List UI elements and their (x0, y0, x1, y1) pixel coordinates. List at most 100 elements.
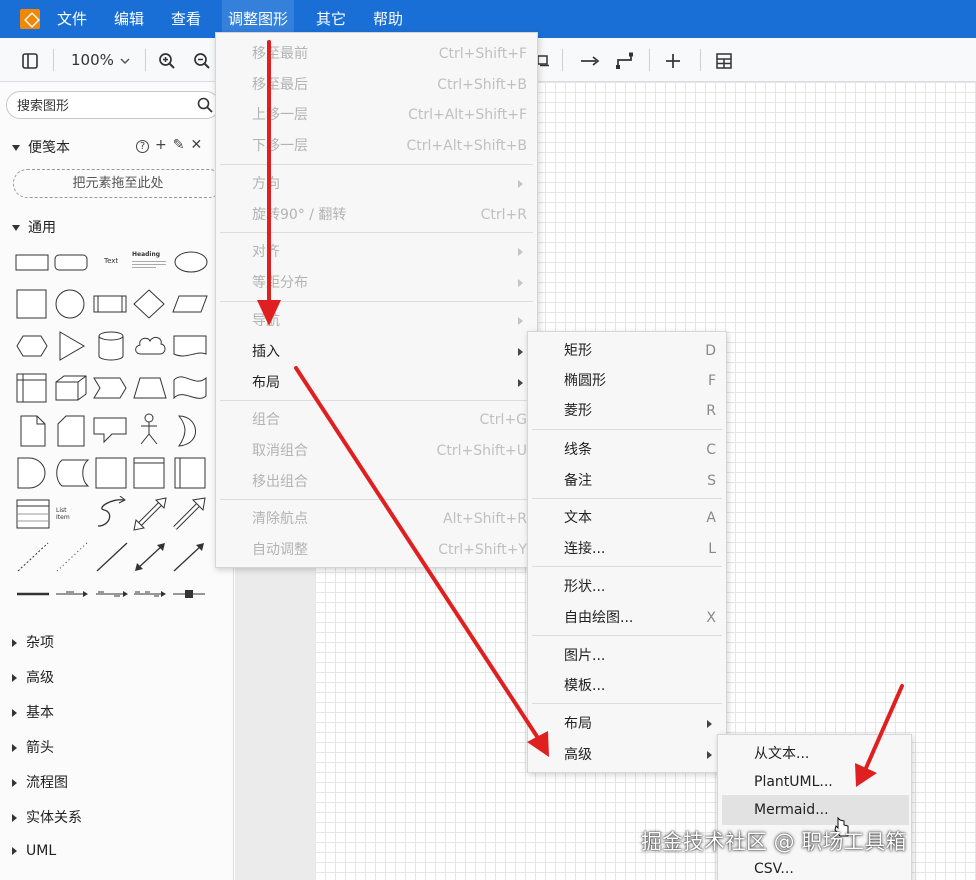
menu-item-rhombus[interactable]: 菱形 R (528, 396, 726, 426)
shape-card[interactable] (54, 414, 88, 448)
connection-straight-icon[interactable] (580, 38, 600, 82)
scratchpad-dropzone[interactable]: 把元素拖至此处 (13, 169, 223, 198)
section-advanced[interactable]: 高级 (12, 667, 54, 687)
section-arrows[interactable]: 箭头 (12, 737, 54, 757)
zoom-in-icon[interactable] (158, 38, 176, 82)
menu-item-ellipse[interactable]: 椭圆形 F (528, 366, 726, 396)
shape-diamond[interactable] (132, 288, 166, 320)
shape-dotted-line[interactable] (54, 540, 90, 574)
shape-curve[interactable] (94, 496, 128, 532)
menu-item-bring-forward[interactable]: 上移一层 Ctrl+Alt+Shift+F (216, 100, 537, 130)
menu-item-autosize[interactable]: 自动调整 Ctrl+Shift+Y (216, 535, 537, 565)
shape-arrow[interactable] (171, 496, 207, 532)
shape-data-storage[interactable] (52, 456, 90, 490)
menu-item-note[interactable]: 备注 S (528, 466, 726, 496)
shape-connector-3-labels[interactable] (132, 586, 168, 602)
zoom-select[interactable]: 100% (71, 38, 131, 82)
zoom-out-icon[interactable] (193, 38, 211, 82)
shape-link[interactable] (15, 586, 51, 602)
menu-item-to-front[interactable]: 移至最前 Ctrl+Shift+F (216, 39, 537, 69)
menu-item-freehand[interactable]: 自由绘图... X (528, 603, 726, 633)
menu-item-clear-waypoints[interactable]: 清除航点 Alt+Shift+R (216, 504, 537, 534)
menu-item-layout[interactable]: 布局 (216, 368, 537, 398)
table-icon[interactable] (715, 38, 733, 82)
shape-tape[interactable] (171, 372, 209, 404)
menu-item-rectangle[interactable]: 矩形 D (528, 336, 726, 366)
shape-text[interactable]: Text (104, 257, 118, 265)
search-input[interactable] (17, 96, 192, 116)
menu-edit[interactable]: 编辑 (114, 0, 144, 38)
shape-delay[interactable] (15, 456, 49, 490)
edit-icon[interactable]: ✎ (173, 137, 185, 153)
menu-item-mermaid[interactable]: Mermaid... (722, 795, 909, 825)
menu-item-rotate-flip[interactable]: 旋转90° / 翻转 Ctrl+R (216, 200, 537, 230)
shape-triangle[interactable] (54, 330, 88, 362)
app-logo-icon[interactable] (20, 9, 40, 29)
search-icon[interactable] (197, 97, 213, 113)
close-icon[interactable]: ✕ (190, 137, 202, 153)
shape-list-item[interactable]: List Item (56, 507, 70, 521)
shape-ellipse[interactable] (173, 250, 209, 274)
shape-connector-label[interactable] (54, 586, 90, 602)
shape-document[interactable] (171, 330, 209, 362)
shape-process[interactable] (92, 288, 128, 320)
add-icon[interactable]: + (155, 137, 167, 153)
menu-item-align[interactable]: 对齐 (216, 237, 537, 267)
menu-item-remove-from-group[interactable]: 移出组合 (216, 467, 537, 497)
section-basic[interactable]: 基本 (12, 702, 54, 722)
shape-or[interactable] (173, 414, 207, 448)
shape-list[interactable] (15, 498, 53, 532)
shape-step[interactable] (92, 372, 128, 404)
menu-item-from-text[interactable]: 从文本... (718, 739, 911, 769)
shape-rectangle[interactable] (15, 252, 49, 272)
shape-cloud[interactable] (132, 330, 168, 362)
menu-item-to-back[interactable]: 移至最后 Ctrl+Shift+B (216, 70, 537, 100)
menu-item-plantuml[interactable]: PlantUML... (718, 767, 911, 797)
shape-callout[interactable] (92, 414, 128, 448)
menu-item-text[interactable]: 文本 A (528, 503, 726, 533)
menu-item-csv[interactable]: CSV... (718, 854, 911, 880)
menu-item-distribute[interactable]: 等距分布 (216, 268, 537, 298)
shape-directional-connector[interactable] (171, 540, 207, 574)
shape-connector-symbol[interactable] (171, 586, 207, 602)
shadow-icon[interactable] (537, 38, 550, 82)
menu-item-ungroup[interactable]: 取消组合 Ctrl+Shift+U (216, 436, 537, 466)
menu-item-send-backward[interactable]: 下移一层 Ctrl+Alt+Shift+B (216, 131, 537, 161)
section-misc[interactable]: 杂项 (12, 632, 54, 652)
shape-textbox[interactable]: Heading (132, 251, 166, 268)
section-flowchart[interactable]: 流程图 (12, 772, 68, 792)
shape-connector-2-labels[interactable] (94, 586, 130, 602)
shape-dashed-line[interactable] (15, 540, 51, 574)
menu-item-direction[interactable]: 方向 (216, 169, 537, 199)
help-icon[interactable]: ? (136, 140, 149, 153)
shape-swimlane[interactable] (132, 456, 166, 490)
menu-item-insert[interactable]: 插入 (216, 337, 537, 367)
shape-cylinder[interactable] (94, 330, 128, 362)
menu-file[interactable]: 文件 (57, 0, 87, 38)
shape-square[interactable] (15, 288, 49, 320)
menu-item-group[interactable]: 组合 Ctrl+G (216, 405, 537, 435)
section-general[interactable]: 通用 (12, 217, 56, 237)
menu-view[interactable]: 查看 (171, 0, 201, 38)
shape-bidirectional-arrow[interactable] (132, 496, 168, 532)
menu-item-line[interactable]: 线条 C (528, 435, 726, 465)
waypoint-orthogonal-icon[interactable] (615, 38, 635, 82)
shape-line[interactable] (94, 540, 130, 574)
menu-item-link[interactable]: 连接... L (528, 534, 726, 564)
insert-plus-icon[interactable] (665, 38, 681, 82)
shape-parallelogram[interactable] (171, 288, 209, 320)
shape-circle[interactable] (54, 288, 88, 320)
panel-toggle-icon[interactable] (21, 38, 39, 82)
menu-item-template[interactable]: 模板... (528, 671, 726, 701)
menu-item-insert-layout[interactable]: 布局 (528, 709, 726, 739)
menu-item-navigation[interactable]: 导航 (216, 306, 537, 336)
shape-vertical-container[interactable] (173, 456, 207, 490)
shape-cube[interactable] (54, 372, 88, 404)
menu-item-advanced[interactable]: 高级 (528, 740, 726, 770)
menu-item-shapes[interactable]: 形状... (528, 572, 726, 602)
shape-rounded-rectangle[interactable] (54, 252, 88, 272)
section-entity-relation[interactable]: 实体关系 (12, 807, 82, 827)
shape-internal-storage[interactable] (15, 372, 49, 404)
shape-trapezoid[interactable] (132, 372, 168, 404)
shape-actor[interactable] (136, 412, 162, 448)
